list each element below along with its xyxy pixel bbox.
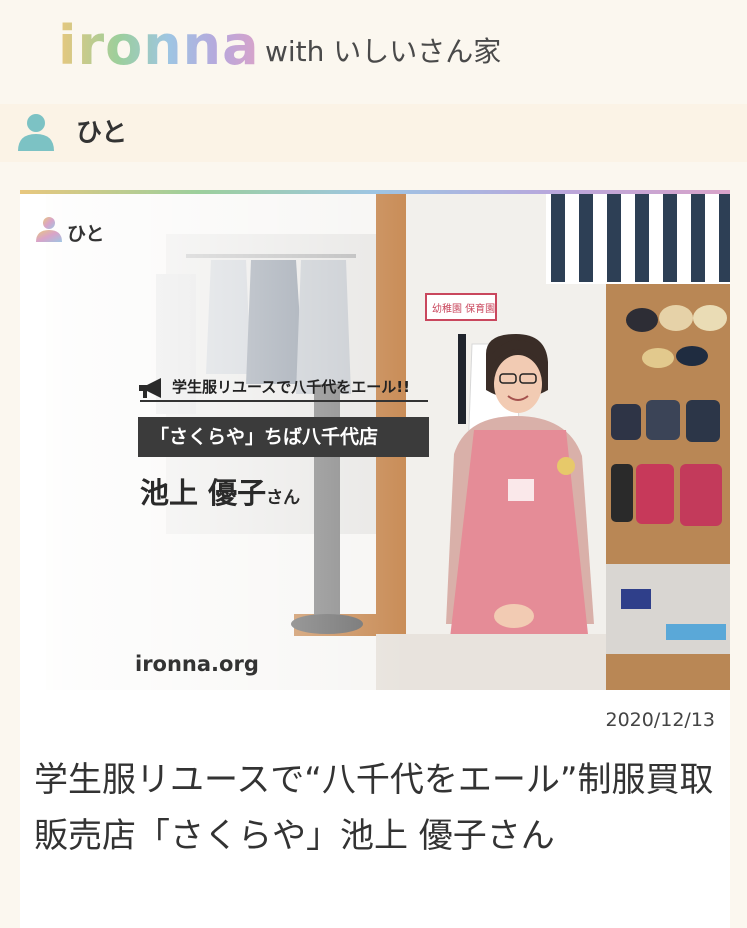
hero-person-name: 池上 優子さん bbox=[140, 474, 300, 517]
person-badge-icon bbox=[36, 217, 62, 242]
article-date: 2020/12/13 bbox=[605, 709, 715, 731]
hero-shop-name: 「さくらや」ちば八千代店 bbox=[138, 417, 429, 457]
category-label[interactable]: ひと bbox=[76, 116, 127, 150]
person-icon bbox=[18, 114, 54, 151]
tagline-underline bbox=[140, 400, 428, 402]
striped-awning bbox=[546, 194, 730, 284]
hero-site-url: ironna.org bbox=[135, 652, 259, 676]
ironna-logo[interactable]: ironna bbox=[58, 14, 260, 78]
article-title[interactable]: 学生服リユースで“八千代をエール”制服買取販売店「さくらや」池上 優子さん bbox=[34, 752, 724, 864]
person-name: 池上 優子 bbox=[140, 476, 267, 510]
site-subtitle: with いしいさん家 bbox=[265, 35, 502, 68]
honorific: さん bbox=[266, 488, 301, 508]
hero-category-label: ひと bbox=[67, 223, 105, 245]
hero-tagline: 学生服リユースで八千代をエール!! bbox=[172, 378, 410, 396]
site-header: ironna with いしいさん家 bbox=[0, 0, 747, 104]
megaphone-icon bbox=[139, 378, 161, 398]
kindergarten-sign: 幼稚園 保育園 bbox=[432, 302, 495, 315]
